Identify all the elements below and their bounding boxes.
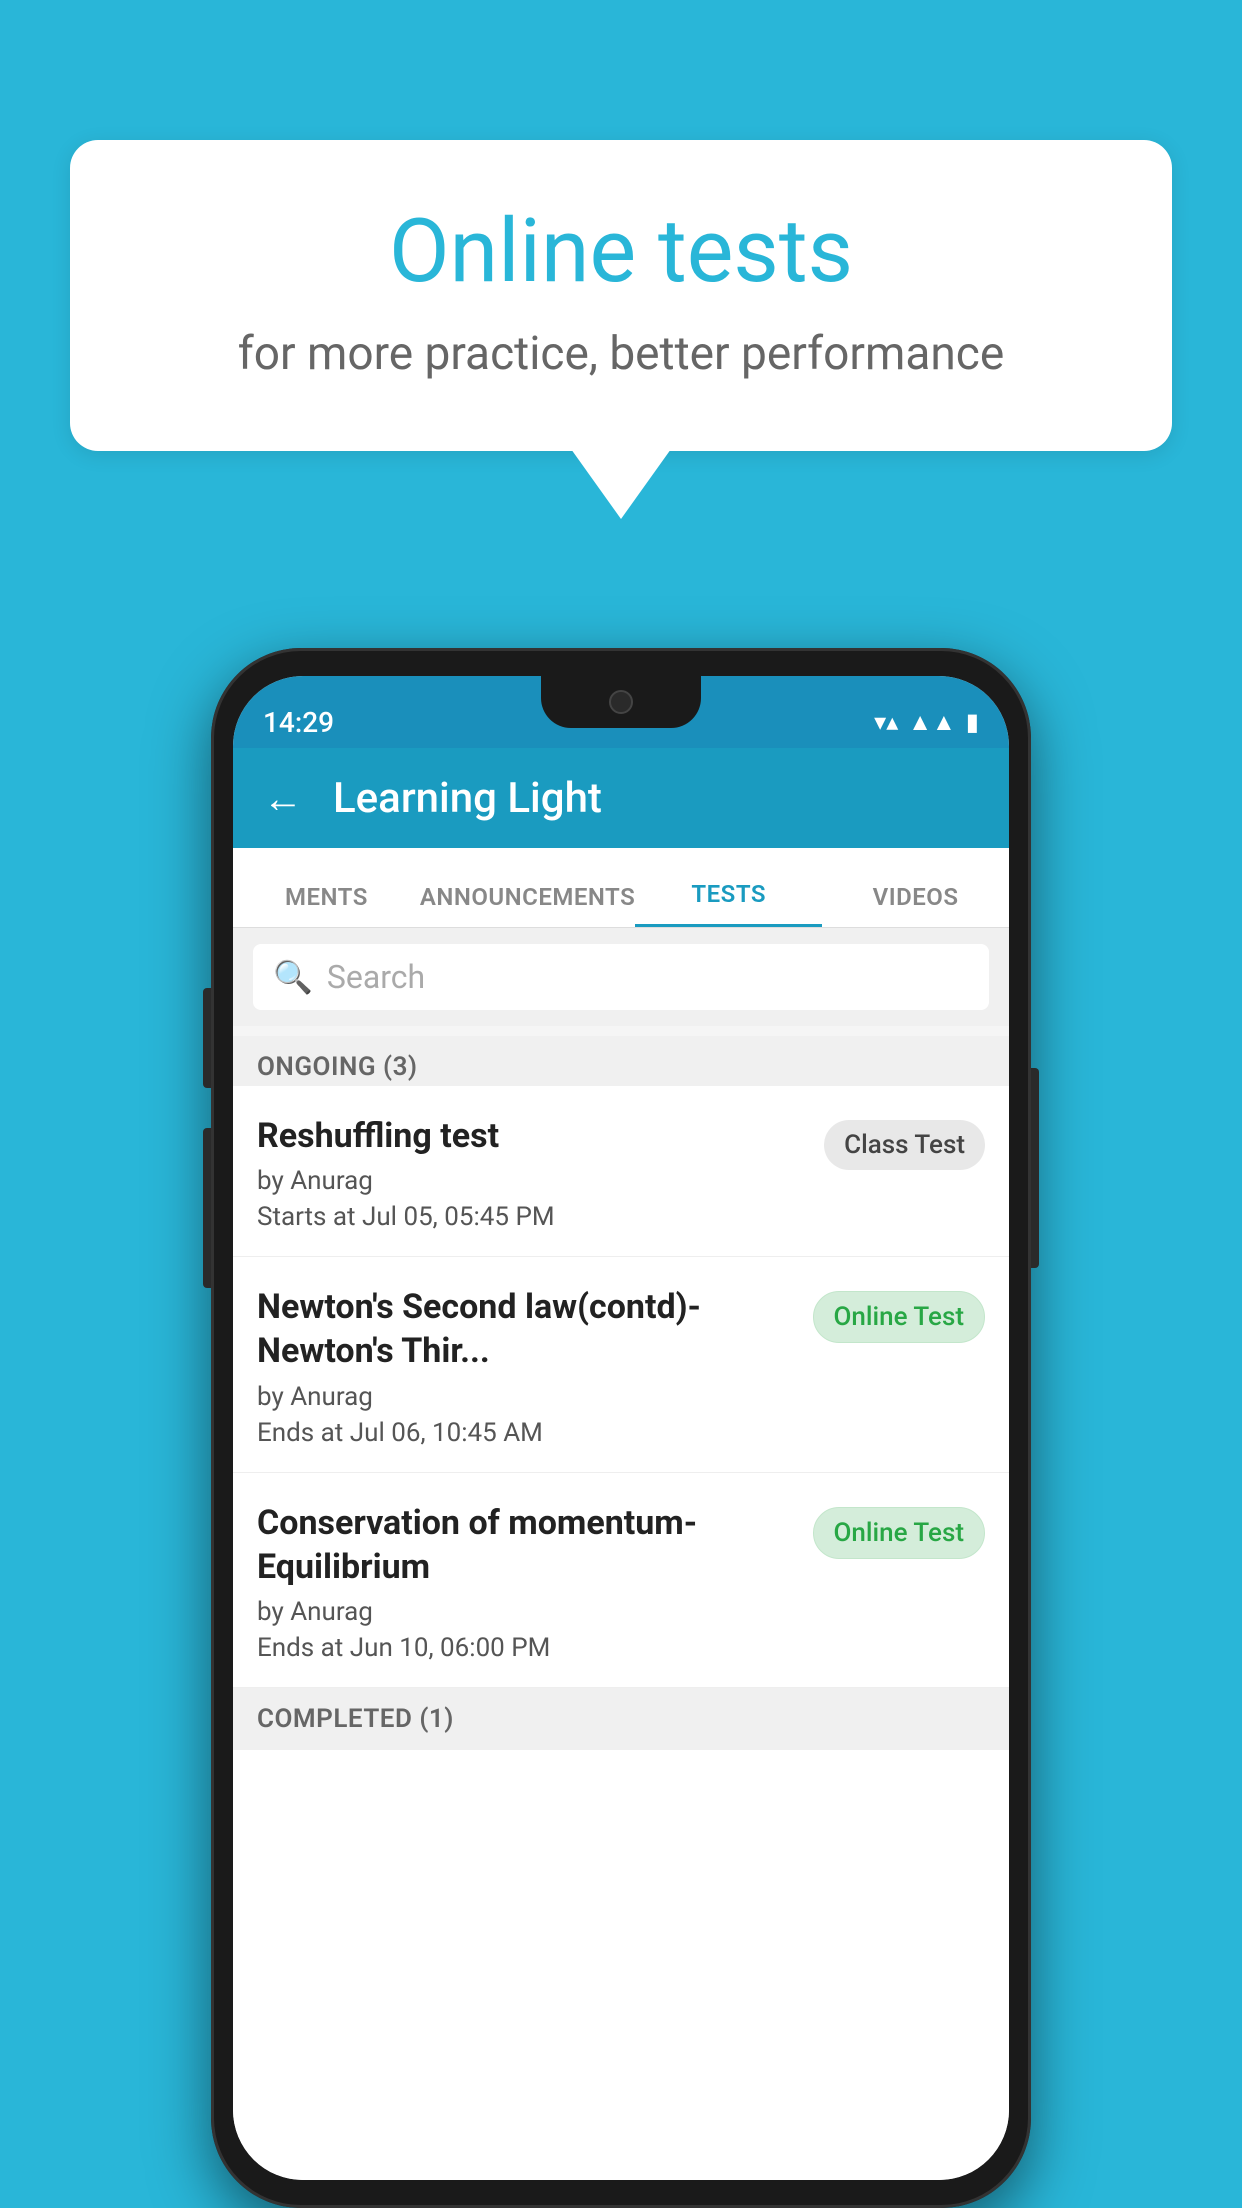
test-item-3-author: by Anurag [257, 1597, 797, 1627]
test-item-3-title: Conservation of momentum-Equilibrium [257, 1501, 797, 1589]
search-icon: 🔍 [273, 958, 313, 996]
test-item-1-badge: Class Test [824, 1120, 985, 1170]
test-item-3-content: Conservation of momentum-Equilibrium by … [257, 1501, 797, 1663]
back-arrow-icon[interactable]: ← [263, 775, 303, 822]
phone-camera [609, 690, 633, 714]
test-item-2[interactable]: Newton's Second law(contd)-Newton's Thir… [233, 1257, 1009, 1472]
test-item-2-badge: Online Test [813, 1291, 986, 1343]
test-item-3-date: Ends at Jun 10, 06:00 PM [257, 1633, 797, 1663]
tab-announcements[interactable]: ANNOUNCEMENTS [420, 883, 635, 927]
phone-button-volume-up [203, 988, 211, 1088]
speech-bubble-container: Online tests for more practice, better p… [70, 140, 1172, 519]
test-item-2-content: Newton's Second law(contd)-Newton's Thir… [257, 1285, 797, 1447]
tab-videos[interactable]: VIDEOS [822, 883, 1009, 927]
test-list: Reshuffling test by Anurag Starts at Jul… [233, 1086, 1009, 2180]
app-title: Learning Light [333, 774, 602, 823]
speech-bubble-arrow [571, 449, 671, 519]
phone-screen: 14:29 ▾▴ ▲▲ ▮ ← Learning Light MENTS ANN… [233, 676, 1009, 2180]
phone-shell: 14:29 ▾▴ ▲▲ ▮ ← Learning Light MENTS ANN… [211, 648, 1031, 2208]
app-bar: ← Learning Light [233, 748, 1009, 848]
phone-button-volume-down [203, 1128, 211, 1288]
battery-icon: ▮ [966, 708, 979, 736]
test-item-1-content: Reshuffling test by Anurag Starts at Jul… [257, 1114, 808, 1232]
test-item-1-date: Starts at Jul 05, 05:45 PM [257, 1202, 808, 1232]
search-bar-container: 🔍 Search [233, 928, 1009, 1026]
tab-ments[interactable]: MENTS [233, 883, 420, 927]
completed-section-label: COMPLETED (1) [233, 1688, 1009, 1750]
test-item-2-author: by Anurag [257, 1382, 797, 1412]
phone-button-power [1031, 1068, 1039, 1268]
test-item-3[interactable]: Conservation of momentum-Equilibrium by … [233, 1473, 1009, 1688]
status-icons: ▾▴ ▲▲ ▮ [874, 688, 979, 737]
speech-bubble: Online tests for more practice, better p… [70, 140, 1172, 451]
wifi-icon: ▾▴ [874, 708, 898, 736]
status-time: 14:29 [263, 686, 334, 739]
tab-tests[interactable]: TESTS [635, 880, 822, 927]
test-item-2-title: Newton's Second law(contd)-Newton's Thir… [257, 1285, 797, 1373]
tabs-bar: MENTS ANNOUNCEMENTS TESTS VIDEOS [233, 848, 1009, 928]
test-item-2-date: Ends at Jul 06, 10:45 AM [257, 1418, 797, 1448]
test-item-1-title: Reshuffling test [257, 1114, 808, 1158]
signal-icon: ▲▲ [908, 708, 956, 737]
speech-bubble-title: Online tests [150, 200, 1092, 303]
phone-container: 14:29 ▾▴ ▲▲ ▮ ← Learning Light MENTS ANN… [211, 648, 1031, 2208]
search-input[interactable]: 🔍 Search [253, 944, 989, 1010]
search-placeholder: Search [327, 958, 425, 996]
test-item-1[interactable]: Reshuffling test by Anurag Starts at Jul… [233, 1086, 1009, 1257]
test-item-1-author: by Anurag [257, 1166, 808, 1196]
speech-bubble-subtitle: for more practice, better performance [150, 327, 1092, 381]
phone-notch [541, 676, 701, 728]
test-item-3-badge: Online Test [813, 1507, 986, 1559]
